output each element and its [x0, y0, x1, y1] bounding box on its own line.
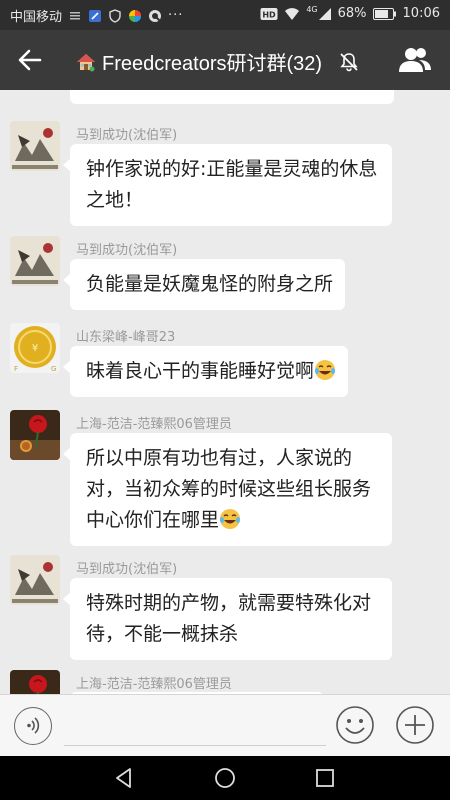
message-text-line: 昧着良心干的事能睡好觉啊 — [86, 360, 315, 382]
emoji-button-icon[interactable] — [335, 705, 375, 745]
message-bubble[interactable]: 昧着良心干的事能睡好觉啊 — [62, 346, 349, 397]
painting-avatar-image — [10, 555, 60, 605]
chat-message-list[interactable]: 马到成功(沈伯军) 钟作家说的好:正能量是灵魂的休息 之地！ 马到成功(沈伯军)… — [0, 90, 450, 694]
wifi-icon — [285, 7, 300, 20]
hd-icon: HD — [260, 7, 278, 20]
sender-name: 马到成功(沈伯军) — [76, 562, 178, 577]
app-notification-icon — [89, 9, 102, 22]
message-text-line: 特殊时期的产物，就需要特殊化对 — [86, 592, 372, 614]
more-functions-plus-icon[interactable] — [395, 705, 435, 745]
painting-avatar-image — [10, 121, 60, 171]
sender-name: 马到成功(沈伯军) — [76, 243, 178, 258]
colorful-app-icon — [129, 9, 142, 22]
nav-home-icon[interactable] — [213, 766, 237, 790]
house-emoji-icon — [77, 53, 95, 71]
svg-text:G: G — [51, 365, 56, 373]
avatar[interactable] — [10, 555, 60, 605]
avatar[interactable] — [10, 236, 60, 286]
sender-name: 上海-范洁-范臻熙06管理员 — [76, 417, 232, 432]
message-text-line: 待，不能一概抹杀 — [86, 623, 239, 645]
rose-avatar-image — [10, 410, 60, 460]
more-notifications-icon: ··· — [168, 8, 184, 23]
svg-text:F: F — [14, 365, 18, 373]
laughing-tears-emoji-icon — [315, 360, 336, 380]
battery-icon — [372, 7, 396, 20]
system-navigation-bar — [0, 756, 450, 800]
nav-recents-icon[interactable] — [313, 766, 337, 790]
mute-icon — [340, 52, 358, 71]
voice-wave-icon — [27, 717, 40, 734]
shield-icon — [109, 8, 121, 23]
svg-text:HD: HD — [263, 10, 277, 19]
message-bubble[interactable]: 负能量是妖魔鬼怪的附身之所 — [62, 259, 346, 310]
sender-name: 上海-范洁-范臻熙06管理员 — [76, 677, 232, 692]
message-bubble[interactable]: 钟作家说的好:正能量是灵魂的休息 之地！ — [63, 144, 392, 226]
avatar[interactable] — [10, 121, 60, 171]
status-bar: 中国移动 ··· HD 4G 68% 10:06 — [0, 0, 450, 30]
carrier-label: 中国移动 — [10, 10, 63, 25]
chat-title: Freedcreators研讨群(32) — [76, 47, 360, 76]
message-bubble[interactable]: 所以中原有功也有过，人家说的 对，当初众筹的时候这些组长服务 中心你们在哪里 — [63, 433, 392, 546]
message-text-line: 负能量是妖魔鬼怪的附身之所 — [86, 273, 334, 295]
svg-text:¥: ¥ — [32, 343, 38, 354]
avatar[interactable] — [10, 410, 60, 460]
battery-percent: 68% — [337, 6, 367, 21]
clock: 10:06 — [402, 6, 440, 21]
sender-name: 马到成功(沈伯军) — [76, 128, 178, 143]
message-text-line: 对，当初众筹的时候这些组长服务 — [86, 478, 372, 500]
group-members-icon[interactable] — [398, 44, 432, 76]
laughing-tears-emoji-icon — [220, 509, 241, 529]
message-text-line: 中心你们在哪里 — [86, 509, 220, 531]
sender-name: 山东梁峰-峰哥23 — [76, 330, 176, 345]
chat-input-bar — [0, 694, 450, 757]
sim-icon — [70, 11, 81, 19]
painting-avatar-image — [10, 236, 60, 286]
message-text-line: 钟作家说的好:正能量是灵魂的休息 — [86, 158, 378, 180]
chat-title-text: Freedcreators研讨群(32) — [102, 53, 323, 75]
message-text-line: 所以中原有功也有过，人家说的 — [86, 447, 353, 469]
message-text-line: 之地！ — [86, 189, 144, 211]
rose-avatar-image — [10, 670, 60, 694]
partial-message-bubble — [70, 90, 394, 104]
browser-icon — [149, 9, 162, 22]
network-type-label: 4G — [306, 5, 318, 14]
avatar[interactable] — [10, 670, 60, 694]
signal-icon — [318, 7, 331, 20]
title-bar: Freedcreators研讨群(32) — [0, 30, 450, 90]
message-bubble[interactable]: 特殊时期的产物，就需要特殊化对 待，不能一概抹杀 — [63, 578, 392, 660]
gold-coin-avatar-image: ¥ F G — [10, 323, 60, 373]
avatar[interactable]: ¥ F G — [10, 323, 60, 373]
back-arrow-icon[interactable] — [16, 46, 44, 74]
voice-input-button[interactable] — [14, 707, 52, 745]
message-input[interactable] — [64, 745, 326, 746]
nav-back-icon[interactable] — [112, 766, 136, 790]
